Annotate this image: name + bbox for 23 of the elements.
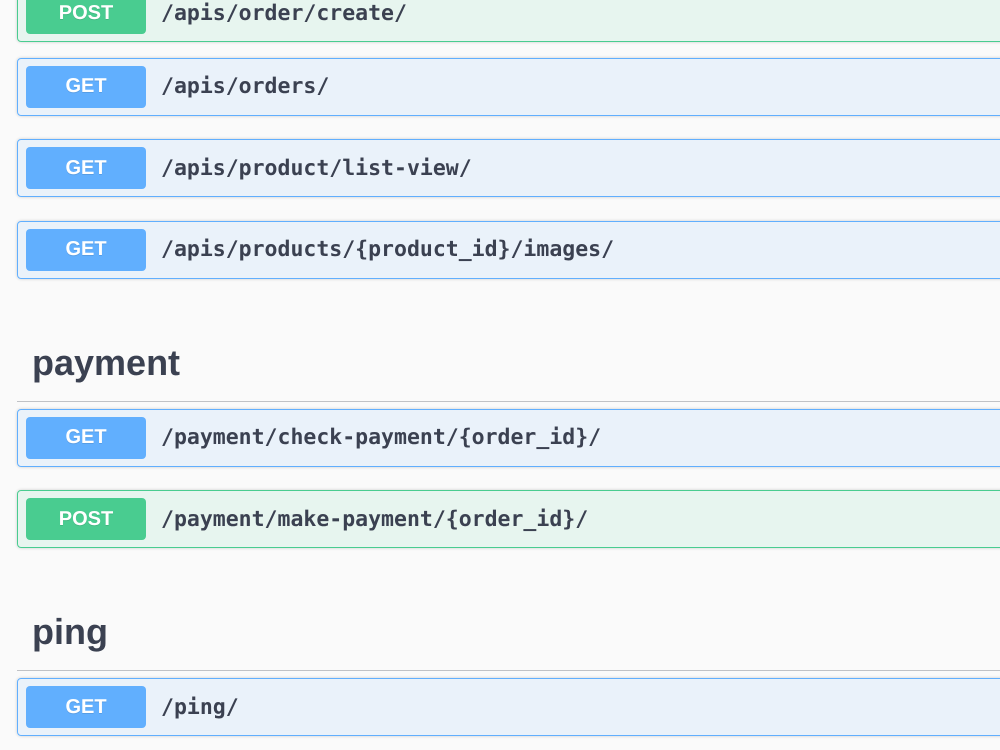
method-badge: GET	[26, 228, 146, 270]
endpoint-path: /ping/	[161, 694, 239, 720]
method-badge: POST	[26, 0, 146, 34]
endpoint-row[interactable]: GET /payment/check-payment/{order_id}/	[17, 408, 1000, 466]
method-badge: GET	[26, 66, 146, 108]
section-heading[interactable]: payment	[17, 326, 1000, 402]
endpoint-row[interactable]: GET /ping/	[17, 678, 1000, 736]
method-badge: GET	[26, 147, 146, 189]
endpoint-path: /apis/product/list-view/	[161, 156, 472, 180]
endpoint-path: /apis/products/{product_id}/images/	[161, 237, 614, 262]
endpoint-row[interactable]: POST /payment/make-payment/{order_id}/	[17, 490, 1000, 548]
endpoint-row[interactable]: POST /apis/order/create/	[17, 0, 1000, 42]
endpoint-path: /payment/check-payment/{order_id}/	[161, 425, 602, 450]
method-badge: POST	[26, 498, 146, 540]
section-heading[interactable]: ping	[17, 595, 1000, 671]
method-badge: GET	[26, 416, 146, 458]
endpoint-row[interactable]: GET /apis/product/list-view/	[17, 139, 1000, 197]
endpoint-path: /payment/make-payment/{order_id}/	[161, 506, 588, 532]
endpoint-path: /apis/order/create/	[161, 0, 407, 26]
method-badge: GET	[26, 686, 146, 728]
endpoint-path: /apis/orders/	[161, 74, 330, 99]
endpoint-row[interactable]: GET /apis/products/{product_id}/images/	[17, 220, 1000, 278]
endpoint-row[interactable]: GET /apis/orders/	[17, 58, 1000, 116]
